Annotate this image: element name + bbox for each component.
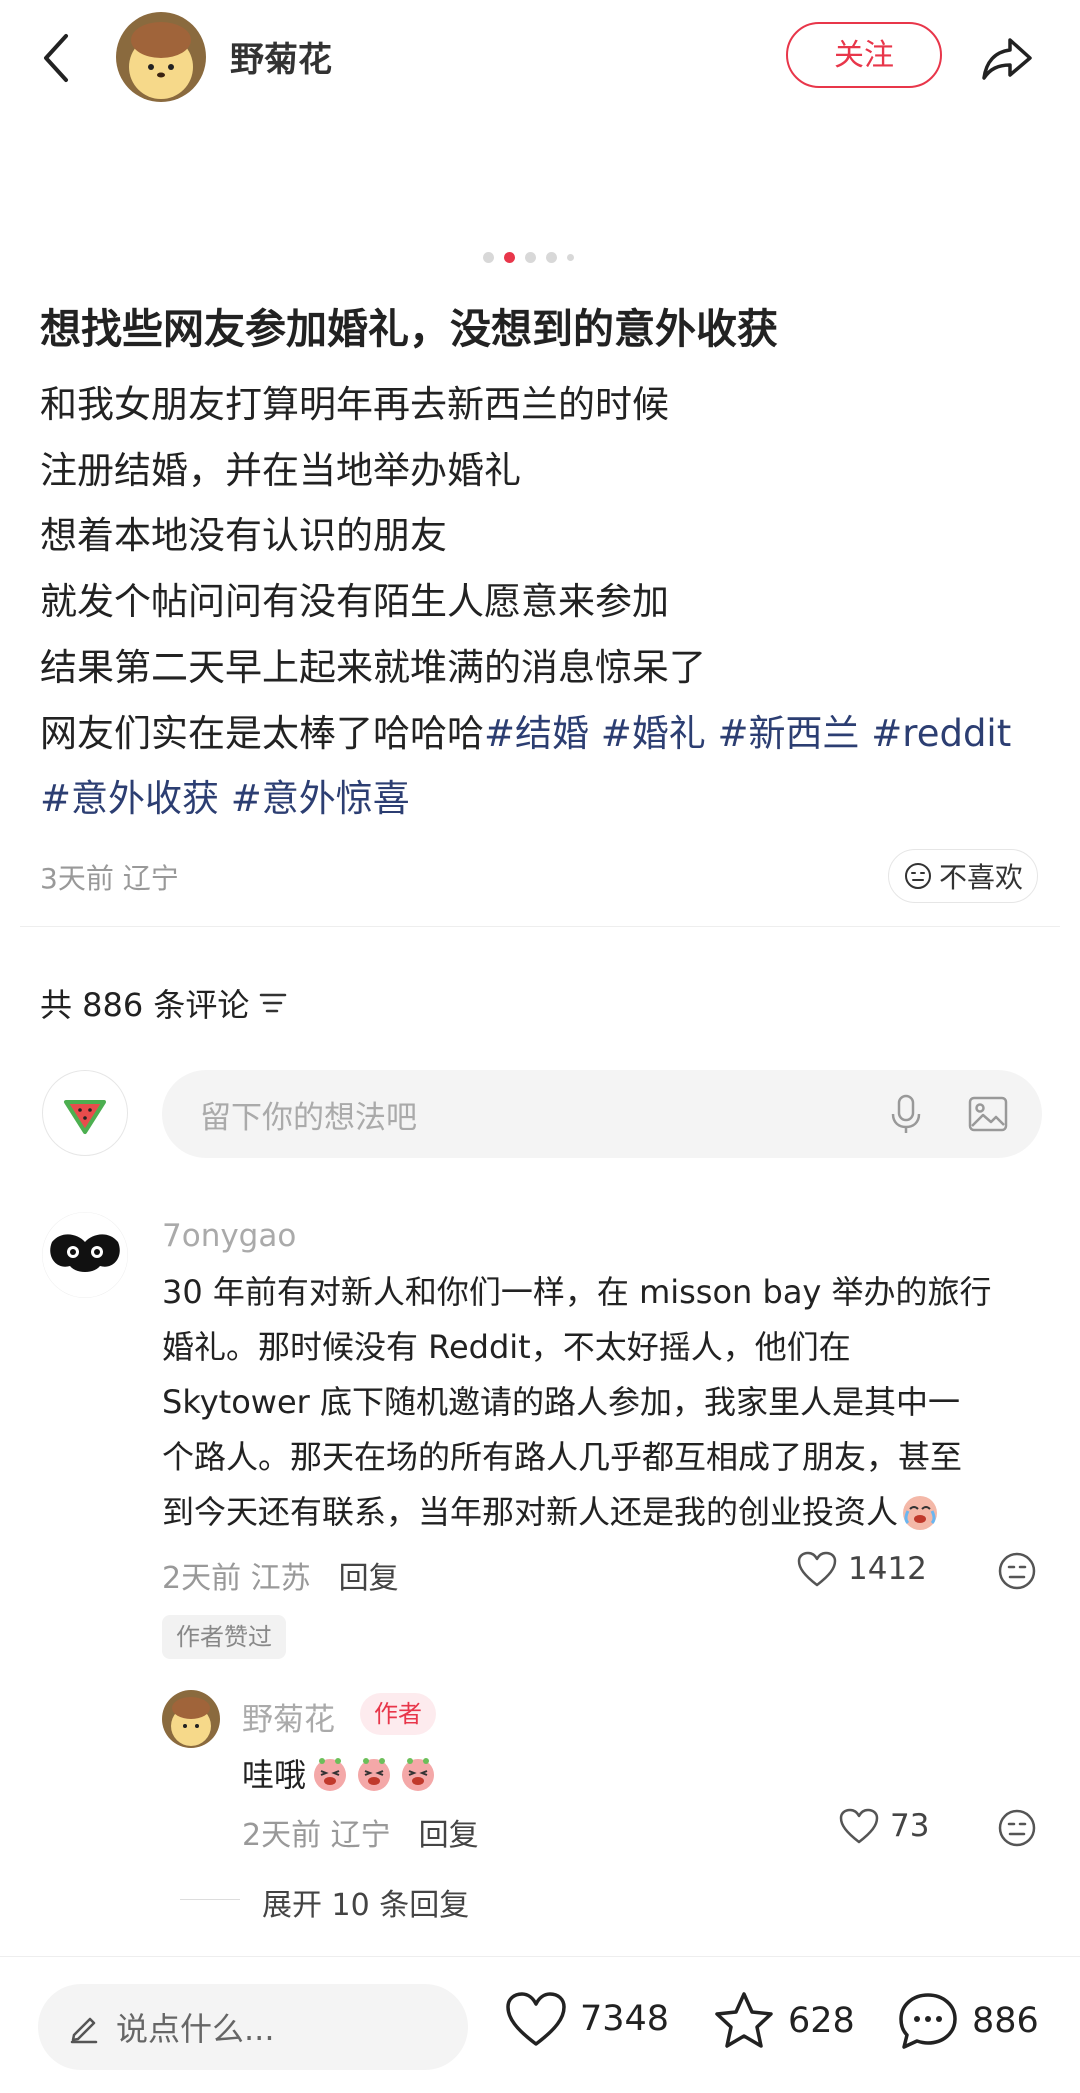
commenter-username[interactable]: 7onygao (162, 1218, 296, 1254)
post-line-tags: #意外收获 #意外惊喜 (40, 766, 1050, 832)
reply-like-button[interactable]: 73 (838, 1807, 929, 1845)
hashtag-links[interactable]: #意外收获 #意外惊喜 (40, 777, 410, 820)
post-meta: 3天前 辽宁 (40, 857, 179, 897)
laughing-emoji-icon (402, 1758, 435, 1791)
back-button[interactable] (38, 28, 78, 88)
comment-like-count: 1412 (848, 1551, 927, 1587)
comment-like-button[interactable]: 1412 (796, 1550, 927, 1588)
laughing-emoji-icon (358, 1758, 391, 1791)
carousel-indicator (483, 252, 574, 263)
reply-dislike-button[interactable] (996, 1807, 1038, 1849)
post-line: 就发个帖问问有没有陌生人愿意来参加 (40, 580, 669, 624)
chat-bubble-icon (899, 1993, 957, 2049)
post-body: 和我女朋友打算明年再去新西兰的时候 注册结婚，并在当地举办婚礼 想着本地没有认识… (40, 372, 1050, 832)
dislike-button[interactable]: 不喜欢 (888, 849, 1038, 903)
heart-icon (797, 1551, 837, 1587)
author-badge: 作者 (360, 1693, 436, 1735)
comment-time: 2天前 (162, 1561, 242, 1596)
comment-line: 到今天还有联系，当年那对新人还是我的创业投资人 (162, 1493, 899, 1531)
comment-line: 30 年前有对新人和你们一样，在 misson bay 举办的旅行 (162, 1273, 992, 1311)
meh-face-icon (904, 863, 931, 889)
image-icon (968, 1096, 1008, 1132)
reply-avatar[interactable] (162, 1690, 220, 1748)
expand-divider (180, 1899, 240, 1900)
post-comment-button[interactable]: 886 (896, 1990, 1039, 2052)
watermelon-avatar-icon (64, 1100, 106, 1134)
post-collect-button[interactable]: 628 (712, 1990, 855, 2052)
commenter-avatar[interactable] (42, 1212, 128, 1298)
comment-dislike-button[interactable] (996, 1550, 1038, 1592)
author-liked-badge: 作者赞过 (162, 1615, 286, 1659)
share-icon (982, 38, 1032, 80)
reply-time-location: 2天前 辽宁 (242, 1810, 391, 1854)
comment-text: 30 年前有对新人和你们一样，在 misson bay 举办的旅行 婚礼。那时候… (162, 1265, 1042, 1540)
meh-face-icon (998, 1809, 1036, 1847)
image-upload-button[interactable] (966, 1092, 1010, 1136)
comment-line: Skytower 底下随机邀请的路人参加，我家里人是其中一 (162, 1383, 960, 1421)
comment-time-location: 2天前 江苏 (162, 1553, 311, 1597)
share-button[interactable] (978, 28, 1038, 88)
carousel-dot (567, 254, 574, 261)
comment-line: 个路人。那天在场的所有路人几乎都互相成了朋友，甚至 (162, 1438, 963, 1476)
star-icon (715, 1992, 773, 2048)
post-collect-count: 628 (788, 2001, 855, 2041)
microphone-icon (891, 1094, 921, 1133)
dislike-label: 不喜欢 (938, 861, 1023, 894)
post-title: 想找些网友参加婚礼，没想到的意外收获 (40, 305, 778, 353)
chevron-left-icon (44, 34, 68, 82)
post-line: 网友们实在是太棒了哈哈哈 (40, 711, 484, 755)
post-like-button[interactable]: 7348 (504, 1990, 669, 2048)
carousel-dot (525, 252, 536, 263)
comment-location: 江苏 (250, 1561, 311, 1596)
post-line-with-tags: 网友们实在是太棒了哈哈哈#结婚 #婚礼 #新西兰 #reddit (40, 701, 1050, 767)
reply-like-count: 73 (890, 1808, 930, 1844)
post-line: 结果第二天早上起来就堆满的消息惊呆了 (40, 645, 706, 689)
heart-icon (506, 1992, 566, 2046)
laughing-emoji-icon (314, 1758, 347, 1791)
voice-input-button[interactable] (884, 1092, 928, 1136)
post-line: 和我女朋友打算明年再去新西兰的时候 (40, 383, 669, 426)
bottom-divider (0, 1956, 1080, 1957)
comment-line-last: 到今天还有联系，当年那对新人还是我的创业投资人 (162, 1485, 1042, 1540)
reply-text: 哇哦 (242, 1750, 438, 1796)
reply-location: 辽宁 (330, 1818, 391, 1853)
reply-button[interactable]: 回复 (339, 1553, 399, 1597)
reply-username[interactable]: 野菊花 (242, 1694, 335, 1739)
expand-replies-button[interactable]: 展开 10 条回复 (262, 1880, 469, 1924)
post-like-count: 7348 (580, 1999, 670, 2039)
bottom-input-placeholder: 说点什么... (116, 2010, 275, 2048)
reply-text-content: 哇哦 (242, 1756, 307, 1794)
comment-line: 婚礼。那时候没有 Reddit，不太好摇人，他们在 (162, 1328, 851, 1366)
sort-filter-icon (260, 993, 287, 1013)
carousel-dot-active (504, 252, 515, 263)
post-time: 3天前 (40, 862, 114, 895)
meh-face-icon (998, 1552, 1036, 1590)
post-line: 想着本地没有认识的朋友 (40, 514, 447, 558)
author-name[interactable]: 野菊花 (230, 32, 332, 81)
divider (20, 926, 1060, 927)
hashtag-links[interactable]: #结婚 #婚礼 #新西兰 #reddit (484, 712, 1011, 755)
reply-time: 2天前 (242, 1818, 322, 1853)
post-location: 辽宁 (122, 862, 179, 895)
reply-meta: 2天前 辽宁 回复 (242, 1810, 479, 1854)
follow-button[interactable]: 关注 (786, 22, 942, 88)
post-comment-count: 886 (972, 2001, 1039, 2041)
comment-meta: 2天前 江苏 回复 (162, 1553, 399, 1597)
my-avatar[interactable] (42, 1070, 128, 1156)
carousel-dot (483, 252, 494, 263)
post-line: 注册结婚，并在当地举办婚礼 (40, 448, 521, 492)
comments-count-label: 共 886 条评论 (40, 986, 250, 1024)
reply-button[interactable]: 回复 (419, 1810, 479, 1854)
comment-input-placeholder: 留下你的想法吧 (200, 1099, 417, 1136)
author-avatar[interactable] (116, 12, 206, 102)
pencil-icon (70, 2017, 98, 2044)
crying-emoji-icon (903, 1496, 938, 1530)
bottom-comment-input[interactable]: 说点什么... (38, 1984, 468, 2070)
heart-icon (839, 1808, 879, 1844)
carousel-dot (546, 252, 557, 263)
comments-count[interactable]: 共 886 条评论 (40, 980, 287, 1026)
